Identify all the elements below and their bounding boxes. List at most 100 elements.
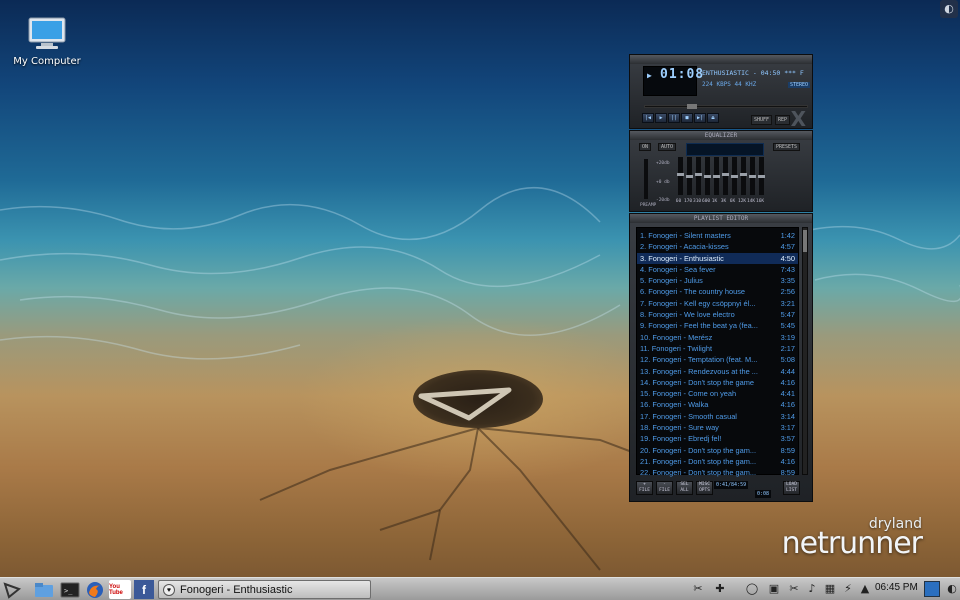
power-icon[interactable]: ⚡ — [840, 581, 856, 597]
youtube-icon[interactable]: You Tube — [109, 580, 131, 599]
remove-file-button[interactable]: - FILE — [656, 481, 673, 495]
equalizer-window[interactable]: EQUALIZER ON AUTO PRESETS +20db +0 db -2… — [629, 130, 813, 212]
eq-frequency-labels: 60 170 310 600 1K 3K 6K 12K 14K 16K — [675, 199, 764, 204]
eq-band-knob[interactable] — [686, 175, 693, 178]
eq-band-slider[interactable] — [722, 157, 729, 195]
misc-options-button[interactable]: MISC OPTS — [696, 481, 713, 495]
eq-band-knob[interactable] — [758, 175, 765, 178]
play-button[interactable]: ▶ — [655, 113, 667, 123]
stop-button[interactable]: ■ — [681, 113, 693, 123]
playlist-track-row[interactable]: 16. Fonogeri - Walka 4:16 — [637, 399, 798, 410]
playlist-scroll-thumb[interactable] — [803, 230, 807, 252]
playlist-track-row[interactable]: 20. Fonogeri - Don't stop the gam... 8:59 — [637, 445, 798, 456]
playlist-track-row[interactable]: 7. Fonogeri - Kell egy csöppnyi él... 3:2… — [637, 298, 798, 309]
seek-bar[interactable] — [644, 104, 808, 109]
playlist-track-row[interactable]: 11. Fonogeri - Twilight 2:17 — [637, 343, 798, 354]
eq-band-knob[interactable] — [731, 175, 738, 178]
eq-band-slider[interactable] — [686, 157, 693, 195]
eq-band-slider[interactable] — [758, 157, 765, 195]
keyboard-layout-icon[interactable]: ▦ — [822, 581, 838, 597]
shuffle-button[interactable]: SHUFF — [751, 115, 773, 125]
terminal-icon[interactable]: >_ — [60, 580, 80, 599]
kickoff-icon[interactable] — [2, 580, 22, 599]
elapsed-time[interactable]: 01:08 — [660, 67, 704, 82]
task-fonogeri-window[interactable]: ♥ Fonogeri - Enthusiastic — [158, 580, 371, 599]
playlist-track-row[interactable]: 2. Fonogeri - Acacia-kisses 4:57 — [637, 241, 798, 252]
seek-knob[interactable] — [687, 104, 697, 109]
facebook-icon[interactable]: f — [134, 580, 154, 599]
playlist-track-row[interactable]: 1. Fonogeri - Silent masters 1:42 — [637, 230, 798, 241]
package-updater-icon[interactable]: ✚ — [712, 581, 728, 597]
eq-band-knob[interactable] — [713, 175, 720, 178]
eq-band-knob[interactable] — [740, 173, 747, 176]
pause-button[interactable]: || — [668, 113, 680, 123]
track-title: 4. Fonogeri - Sea fever — [640, 264, 716, 274]
playlist-track-row[interactable]: 18. Fonogeri - Sure way 3:17 — [637, 422, 798, 433]
playlist-track-row[interactable]: 17. Fonogeri - Smooth casual 3:14 — [637, 411, 798, 422]
playlist-track-row[interactable]: 19. Fonogeri - Ebredj fel! 3:57 — [637, 433, 798, 444]
network-icon[interactable]: ▣ — [766, 581, 782, 597]
playlist-tracks[interactable]: 1. Fonogeri - Silent masters 1:42 2. Fonog… — [636, 227, 799, 478]
playlist-track-row[interactable]: 13. Fonogeri - Rendezvous at the ... 4:44 — [637, 366, 798, 377]
playlist-track-row[interactable]: 15. Fonogeri - Come on yeah 4:41 — [637, 388, 798, 399]
eject-button[interactable]: ⏏ — [707, 113, 719, 123]
track-length: 3:57 — [780, 434, 795, 444]
playlist-track-row[interactable]: 22. Fonogeri - Don't stop the gam... 8:59 — [637, 467, 798, 478]
eq-band-slider[interactable] — [749, 157, 756, 195]
add-file-button[interactable]: + FILE — [636, 481, 653, 495]
playlist-track-row[interactable]: 4. Fonogeri - Sea fever 7:43 — [637, 264, 798, 275]
desktop-toolbox-icon[interactable]: ◐ — [940, 0, 958, 18]
eq-on-button[interactable]: ON — [639, 143, 652, 151]
volume-icon[interactable]: ♪ — [804, 581, 820, 597]
playlist-track-row[interactable]: 3. Fonogeri - Enthusiastic 4:50 — [637, 252, 798, 264]
desktop-icon-my-computer[interactable]: My Computer — [12, 12, 82, 67]
playlist-elapsed: 0:08 — [755, 490, 772, 498]
expand-tray-icon[interactable]: ▲ — [857, 581, 873, 597]
firefox-icon[interactable] — [85, 580, 105, 599]
clipboard-icon[interactable]: ✂ — [786, 581, 802, 597]
next-button[interactable]: ▶| — [694, 113, 706, 123]
show-desktop-icon[interactable] — [924, 581, 940, 597]
track-title: 22. Fonogeri - Don't stop the gam... — [640, 468, 757, 478]
playlist-track-row[interactable]: 8. Fonogeri - We love electro 5:47 — [637, 309, 798, 320]
eq-presets-button[interactable]: PRESETS — [773, 143, 801, 151]
previous-button[interactable]: |◀ — [642, 113, 654, 123]
playlist-scrollbar[interactable] — [802, 227, 808, 475]
eq-band-slider[interactable] — [740, 157, 747, 195]
eq-band-knob[interactable] — [722, 173, 729, 176]
clock[interactable]: 06:45 PM — [875, 582, 918, 593]
track-title: 10. Fonogeri - Merész — [640, 332, 713, 342]
eq-band-knob[interactable] — [749, 175, 756, 178]
playlist-track-row[interactable]: 21. Fonogeri - Don't stop the gam... 4:16 — [637, 456, 798, 467]
track-length: 7:43 — [780, 264, 795, 274]
select-all-button[interactable]: SEL ALL — [676, 481, 693, 495]
player-titlebar[interactable] — [630, 55, 812, 64]
home-folder-icon[interactable] — [34, 580, 54, 599]
repeat-button[interactable]: REP — [775, 115, 791, 125]
eq-band-knob[interactable] — [704, 175, 711, 178]
player-main-window[interactable]: ▶ 01:08 ENTHUSIASTIC - 04:50 *** F 224 K… — [629, 54, 813, 131]
notifications-icon[interactable]: ◯ — [744, 581, 760, 597]
playlist-window[interactable]: PLAYLIST EDITOR 1. Fonogeri - Silent mas… — [629, 213, 813, 502]
playlist-track-row[interactable]: 6. Fonogeri - The country house 2:56 — [637, 286, 798, 297]
eq-band-slider[interactable] — [677, 157, 684, 195]
playlist-track-row[interactable]: 9. Fonogeri - Feel the beat ya (fea... 5:… — [637, 320, 798, 331]
playlist-track-row[interactable]: 5. Fonogeri - Julius 3:35 — [637, 275, 798, 286]
eq-band-knob[interactable] — [677, 173, 684, 176]
eq-auto-button[interactable]: AUTO — [658, 143, 677, 151]
eq-band-slider[interactable] — [704, 157, 711, 195]
playlist-track-row[interactable]: 14. Fonogeri - Don't stop the game 4:16 — [637, 377, 798, 388]
panel-toolbox-icon[interactable]: ◐ — [944, 581, 960, 597]
playlist-track-row[interactable]: 12. Fonogeri - Temptation (feat. M... 5:0… — [637, 354, 798, 365]
playlist-track-row[interactable]: 10. Fonogeri - Merész 3:19 — [637, 332, 798, 343]
eq-band-slider[interactable] — [713, 157, 720, 195]
track-title: 13. Fonogeri - Rendezvous at the ... — [640, 366, 758, 376]
tools-icon[interactable]: ✂ — [690, 581, 706, 597]
track-title: 14. Fonogeri - Don't stop the game — [640, 377, 754, 387]
kbps-label: KBPS — [716, 81, 731, 88]
eq-band-knob[interactable] — [695, 173, 702, 176]
load-list-button[interactable]: LOAD LIST — [783, 481, 800, 495]
eq-band-slider[interactable] — [731, 157, 738, 195]
preamp-slider[interactable] — [644, 159, 648, 199]
eq-band-slider[interactable] — [695, 157, 702, 195]
